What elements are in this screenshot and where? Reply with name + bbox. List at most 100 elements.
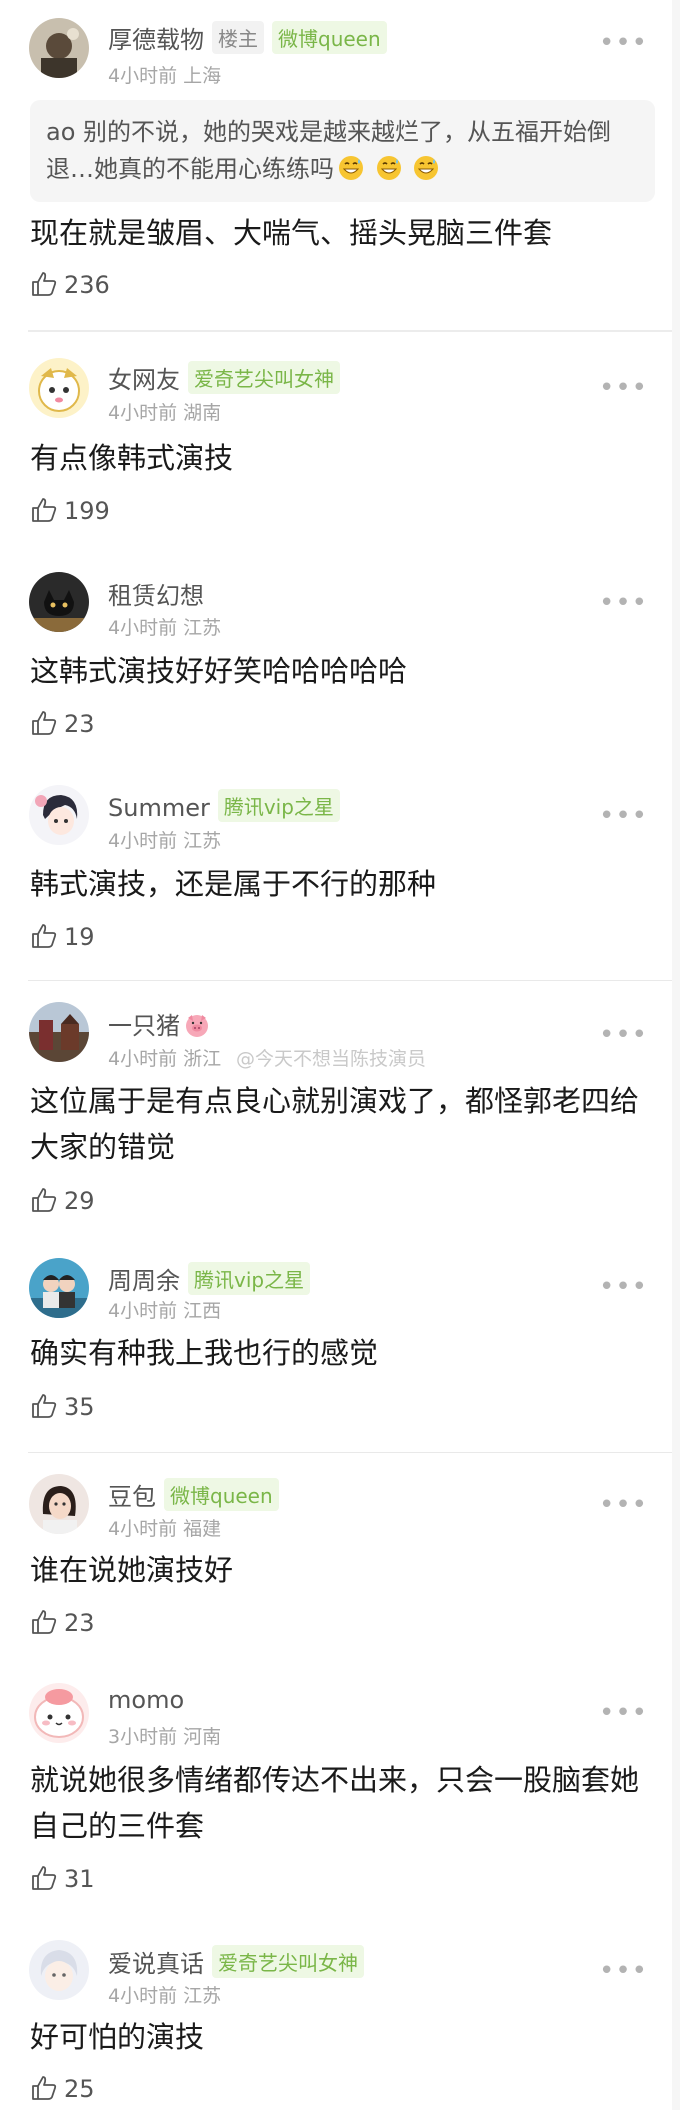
username[interactable]: momo [108, 1686, 184, 1714]
more-dots-icon[interactable]: ••• [599, 1272, 648, 1302]
thumbs-up-icon[interactable] [30, 1186, 58, 1214]
comment-meta: 4小时前 江苏 [108, 826, 221, 853]
username[interactable]: 豆包 微博queen [108, 1477, 279, 1512]
quote-emojis [334, 151, 439, 188]
timestamp: 3小时前 [108, 1726, 178, 1748]
avatar[interactable] [29, 1940, 89, 2000]
username[interactable]: 厚德载物 楼主 微博queen [108, 20, 387, 55]
username-text[interactable]: Summer [108, 794, 210, 822]
thumbs-up-icon[interactable] [30, 270, 58, 298]
username[interactable]: 租赁幻想 [108, 576, 204, 611]
grinning-sweat-emoji-icon [376, 156, 401, 180]
comment-text: 韩式演技，还是属于不行的那种 [30, 867, 437, 901]
comment-meta: 4小时前 江西 [108, 1296, 221, 1323]
username[interactable]: 周周余 腾讯vip之星 [108, 1261, 311, 1296]
like-count: 31 [64, 1865, 95, 1893]
avatar[interactable] [29, 358, 89, 418]
comment-meta: 4小时前 浙江 [108, 1044, 221, 1071]
avatar[interactable] [29, 572, 89, 632]
thumbs-up-icon[interactable] [30, 2074, 58, 2102]
username-text[interactable]: momo [108, 1686, 184, 1714]
username-text[interactable]: 一只猪 [108, 1012, 180, 1040]
watermark-text: @今天不想当陈技演员 [236, 1048, 427, 1070]
avatar[interactable] [29, 785, 89, 845]
like-button[interactable]: 35 [30, 1392, 95, 1421]
thumbs-up-icon[interactable] [30, 709, 58, 737]
location: 浙江 [183, 1048, 222, 1070]
more-dots-icon[interactable]: ••• [599, 801, 648, 831]
timestamp: 4小时前 [108, 402, 178, 424]
more-dots-icon[interactable]: ••• [599, 588, 648, 618]
like-button[interactable]: 25 [30, 2074, 95, 2103]
avatar[interactable] [29, 18, 89, 78]
username[interactable]: 女网友 爱奇艺尖叫女神 [108, 360, 340, 395]
username-text[interactable]: 租赁幻想 [108, 582, 204, 610]
avatar[interactable] [29, 1258, 89, 1318]
grinning-sweat-emoji-icon [414, 156, 439, 180]
like-count: 236 [64, 271, 110, 299]
user-badge: 爱奇艺尖叫女神 [188, 361, 340, 394]
avatar[interactable] [29, 1683, 89, 1743]
thumbs-up-icon[interactable] [30, 1864, 58, 1892]
timestamp: 4小时前 [108, 65, 178, 87]
username[interactable]: 一只猪 [108, 1006, 210, 1041]
thumbs-up-icon[interactable] [30, 1608, 58, 1636]
like-button[interactable]: 23 [30, 709, 95, 738]
quote-text: ao 别的不说，她的哭戏是越来越烂了，从五福开始倒退…她真的不能用心练练吗 [46, 118, 612, 183]
divider [28, 980, 680, 981]
timestamp: 4小时前 [108, 830, 178, 852]
watermark: @今天不想当陈技演员 [236, 1044, 426, 1071]
comment-text: 现在就是皱眉、大喘气、摇头晃脑三件套 [30, 216, 553, 250]
username-text[interactable]: 女网友 [108, 366, 180, 394]
like-button[interactable]: 199 [30, 496, 110, 525]
thumbs-up-icon[interactable] [30, 922, 58, 950]
user-badge: 微博queen [272, 21, 387, 54]
location: 江苏 [183, 617, 222, 639]
avatar[interactable] [29, 1002, 89, 1062]
username-text[interactable]: 豆包 [108, 1483, 156, 1511]
location: 福建 [183, 1518, 222, 1540]
thumbs-up-icon[interactable] [30, 496, 58, 524]
location: 河南 [183, 1726, 222, 1748]
pig-emoji-icon [186, 1015, 208, 1037]
comment-text: 好可怕的演技 [30, 2020, 205, 2054]
like-button[interactable]: 31 [30, 1864, 95, 1893]
like-button[interactable]: 236 [30, 270, 110, 299]
like-button[interactable]: 29 [30, 1186, 95, 1215]
comment-meta: 4小时前 湖南 [108, 398, 221, 425]
timestamp: 4小时前 [108, 1300, 178, 1322]
avatar[interactable] [29, 1474, 89, 1534]
comment-text: 这韩式演技好好笑哈哈哈哈哈 [30, 654, 408, 688]
more-dots-icon[interactable]: ••• [599, 1490, 648, 1520]
comment-text: 就说她很多情绪都传达不出来，只会一股脑套她自己的三件套 [30, 1763, 640, 1843]
more-dots-icon[interactable]: ••• [599, 1956, 648, 1986]
user-badge: 微博queen [164, 1478, 279, 1511]
like-button[interactable]: 19 [30, 922, 95, 951]
like-button[interactable]: 23 [30, 1608, 95, 1637]
owner-badge: 楼主 [212, 21, 264, 54]
username-text[interactable]: 周周余 [108, 1267, 180, 1295]
like-count: 35 [64, 1393, 95, 1421]
username[interactable]: Summer 腾讯vip之星 [108, 789, 340, 822]
like-count: 23 [64, 1609, 95, 1637]
quoted-comment[interactable]: ao 别的不说，她的哭戏是越来越烂了，从五福开始倒退…她真的不能用心练练吗 [30, 100, 655, 202]
timestamp: 4小时前 [108, 1985, 178, 2007]
more-dots-icon[interactable]: ••• [599, 1020, 648, 1050]
scroll-gutter [672, 0, 680, 2110]
more-dots-icon[interactable]: ••• [599, 373, 648, 403]
user-badge: 腾讯vip之星 [188, 1262, 311, 1295]
more-dots-icon[interactable]: ••• [599, 1698, 648, 1728]
username[interactable]: 爱说真话 爱奇艺尖叫女神 [108, 1944, 364, 1979]
thumbs-up-icon[interactable] [30, 1392, 58, 1420]
more-dots-icon[interactable]: ••• [599, 28, 648, 58]
comment-meta: 3小时前 河南 [108, 1722, 221, 1749]
username-text[interactable]: 厚德载物 [108, 26, 204, 54]
location: 江苏 [183, 1985, 222, 2007]
comment-meta: 4小时前 上海 [108, 61, 221, 88]
location: 上海 [183, 65, 222, 87]
username-text[interactable]: 爱说真话 [108, 1950, 204, 1978]
like-count: 23 [64, 710, 95, 738]
location: 江西 [183, 1300, 222, 1322]
user-badge: 爱奇艺尖叫女神 [212, 1945, 364, 1978]
comment-text: 谁在说她演技好 [30, 1553, 234, 1587]
